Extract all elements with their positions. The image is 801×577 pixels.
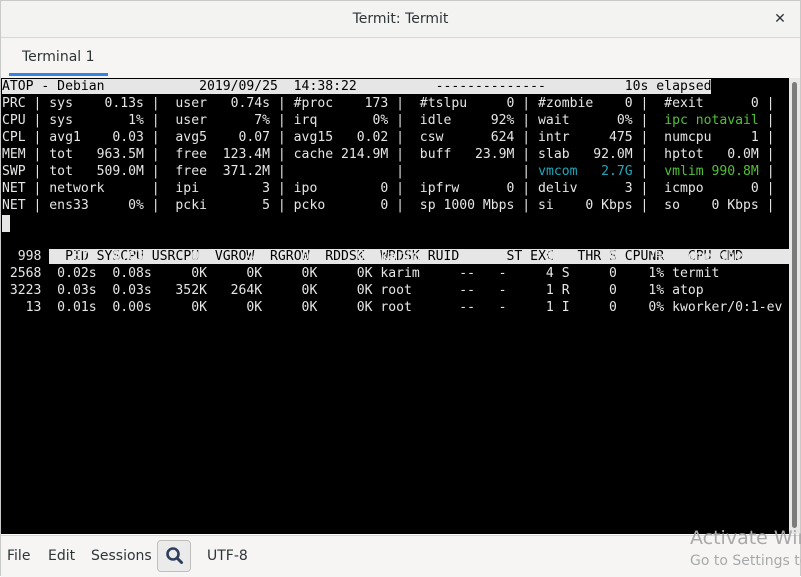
activation-watermark-title: Activate Win bbox=[690, 527, 801, 549]
terminal-cursor bbox=[2, 215, 10, 232]
terminal-text-segment: ATOP - Debian 2019/09/25 14:38:22 ------… bbox=[2, 79, 712, 94]
sys-line-swp: SWP | tot 509.0M | free 371.2M | | | vmc… bbox=[2, 163, 775, 180]
tab-terminal-1[interactable]: Terminal 1 bbox=[9, 38, 108, 76]
process-row: 13 0.01s 0.00s 0K 0K 0K 0K root -- - 1 I… bbox=[2, 300, 783, 315]
terminal-text-segment: | bbox=[758, 164, 775, 179]
search-button[interactable] bbox=[157, 540, 191, 572]
bottom-menu-bar: File Edit Sessions UTF-8 bbox=[1, 535, 800, 577]
tab-label: Terminal 1 bbox=[22, 49, 95, 65]
magnifier-icon bbox=[166, 547, 183, 564]
terminal-view[interactable]: ATOP - Debian 2019/09/25 14:38:22 ------… bbox=[1, 78, 789, 534]
sys-line-cpl: CPL | avg1 0.03 | avg5 0.07 | avg15 0.02… bbox=[2, 129, 775, 146]
terminal-text-segment: SWP | tot 509.0M | free 371.2M | | | bbox=[2, 164, 539, 179]
encoding-label[interactable]: UTF-8 bbox=[207, 536, 248, 576]
terminal-text-segment: CPL | avg1 0.03 | avg5 0.07 | avg15 0.02… bbox=[2, 130, 775, 145]
window-title: Termit: Termit bbox=[352, 11, 449, 27]
scrollbar-thumb[interactable] bbox=[792, 82, 797, 528]
active-tab-indicator bbox=[9, 73, 108, 76]
terminal-text-segment: | bbox=[758, 113, 775, 128]
terminal-text-segment: NET | network | ipi 3 | ipo 0 | ipfrw 0 … bbox=[2, 181, 775, 196]
sys-line-cpu: CPU | sys 1% | user 7% | irq 0% | idle 9… bbox=[2, 112, 775, 129]
title-bar: Termit: Termit ✕ bbox=[1, 1, 800, 38]
terminal-text-segment: | bbox=[632, 164, 665, 179]
terminal-text-segment: ipc notavail bbox=[664, 113, 759, 128]
process-row: 998 0.07s 0.63s 0K 4K 0K 0K karim -- - 8… bbox=[2, 249, 759, 264]
sys-line-net-interface: NET | ens33 0% | pcki 5 | pcko 0 | sp 10… bbox=[2, 197, 775, 214]
terminal-text-segment: vmcom 2.7G bbox=[538, 164, 633, 179]
process-row: 3223 0.03s 0.03s 352K 264K 0K 0K root --… bbox=[2, 283, 704, 298]
tab-bar: Terminal 1 bbox=[1, 38, 800, 78]
activation-watermark-subtitle: Go to Settings to bbox=[690, 553, 801, 569]
terminal-text-segment: NET | ens33 0% | pcki 5 | pcko 0 | sp 10… bbox=[2, 198, 775, 213]
menu-sessions[interactable]: Sessions bbox=[91, 536, 152, 576]
atop-header-line: ATOP - Debian 2019/09/25 14:38:22 ------… bbox=[2, 78, 712, 95]
terminal-text-segment: PRC | sys 0.13s | user 0.74s | #proc 173… bbox=[2, 96, 775, 111]
terminal-text-segment: MEM | tot 963.5M | free 123.4M | cache 2… bbox=[2, 147, 775, 162]
sys-line-prc: PRC | sys 0.13s | user 0.74s | #proc 173… bbox=[2, 95, 775, 112]
menu-edit[interactable]: Edit bbox=[48, 536, 75, 576]
termit-window: Termit: Termit ✕ Terminal 1 ATOP - Debia… bbox=[0, 0, 801, 577]
process-row: 2568 0.02s 0.08s 0K 0K 0K 0K karim -- - … bbox=[2, 266, 720, 281]
sys-line-net-transport: NET | network | ipi 3 | ipo 0 | ipfrw 0 … bbox=[2, 180, 775, 197]
close-button[interactable]: ✕ bbox=[768, 7, 792, 31]
terminal-scrollbar[interactable] bbox=[789, 78, 800, 534]
terminal-text-segment: CPU | sys 1% | user 7% | irq 0% | idle 9… bbox=[2, 113, 665, 128]
sys-line-mem: MEM | tot 963.5M | free 123.4M | cache 2… bbox=[2, 146, 775, 163]
menu-file[interactable]: File bbox=[7, 536, 30, 576]
terminal-text-segment: vmlim 990.8M bbox=[664, 164, 759, 179]
